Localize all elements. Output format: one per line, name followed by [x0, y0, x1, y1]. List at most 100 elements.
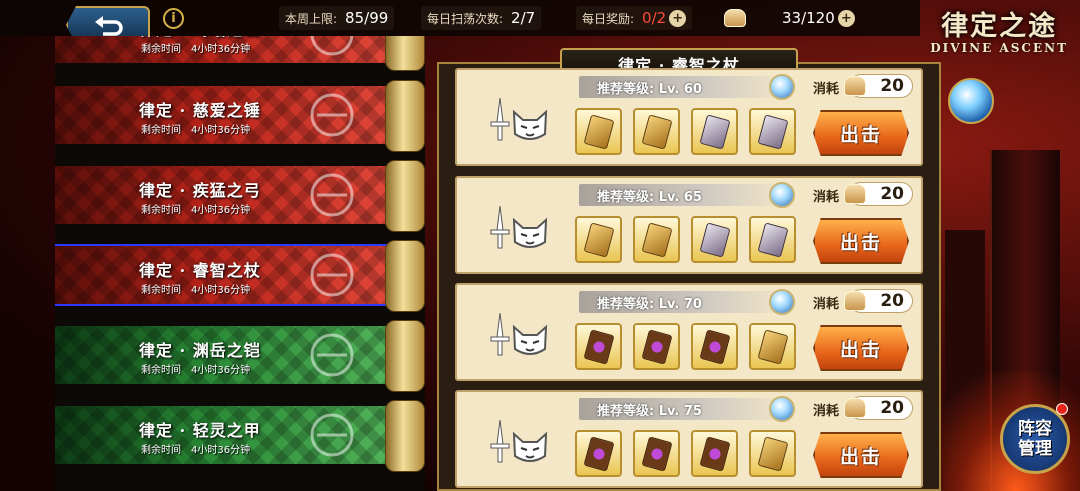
material-icon [641, 221, 672, 258]
cost-badge: 20 [844, 182, 913, 206]
bread-stat: 33/120 + [718, 6, 861, 30]
reward-item[interactable] [749, 108, 796, 155]
daily-sweep-stat: 每日扫荡次数: 2/7 [421, 6, 542, 30]
back-arrow-icon [95, 16, 123, 36]
stage-name: 律定 · 轻灵之甲 [139, 421, 261, 440]
stage-emblem-icon [310, 253, 354, 297]
cost-value: 20 [880, 291, 904, 311]
cat-mask-icon [512, 324, 548, 355]
cost-value: 20 [880, 76, 904, 96]
difficulty-card: 推荐等级: Lv. 65 消耗 20 出击 [455, 176, 923, 274]
cat-mask-icon [512, 109, 548, 140]
material-icon [583, 221, 614, 258]
cat-mask-icon [512, 431, 548, 462]
stage-list[interactable]: 律定 · 晦暗之匕剩余时间4小时36分钟律定 · 慈爱之锤剩余时间4小时36分钟… [55, 36, 425, 491]
scroll-ornament [385, 36, 425, 71]
reward-item[interactable] [749, 323, 796, 370]
time-value: 4小时36分钟 [191, 44, 251, 55]
bread-icon [844, 184, 866, 204]
reward-item[interactable] [633, 216, 680, 263]
stage-time: 剩余时间 4小时36分钟 [141, 441, 250, 456]
reward-item[interactable] [633, 323, 680, 370]
difficulty-card: 推荐等级: Lv. 75 消耗 20 出击 [455, 390, 923, 488]
element-icon [769, 396, 795, 422]
stage-list-item[interactable]: 律定 · 轻灵之甲 剩余时间 4小时36分钟 [55, 400, 425, 472]
element-icon [769, 74, 795, 100]
notification-dot [1056, 403, 1068, 415]
stage-time: 剩余时间 4小时36分钟 [141, 281, 250, 296]
stage-time: 剩余时间 4小时36分钟 [141, 201, 250, 216]
stage-emblem-icon [310, 36, 354, 56]
add-bread-button[interactable]: + [837, 9, 855, 27]
material-icon [699, 328, 730, 365]
recommended-level: 推荐等级: Lv. 70 [579, 291, 789, 313]
reward-list [575, 323, 796, 370]
cost-label: 消耗 [813, 404, 840, 419]
stage-emblem-icon [310, 413, 354, 457]
cost-badge: 20 [844, 74, 913, 98]
reward-item[interactable] [749, 430, 796, 477]
material-icon [641, 328, 672, 365]
bread-value: 33/120 [782, 9, 835, 27]
reward-item[interactable] [633, 430, 680, 477]
cost-value: 20 [880, 398, 904, 418]
material-icon [583, 328, 614, 365]
time-value: 4小时36分钟 [191, 365, 251, 376]
stage-list-item[interactable]: 律定 · 渊岳之铠剩余时间 4小时36分钟 [55, 320, 425, 392]
reward-item[interactable] [633, 108, 680, 155]
weekly-cap-value: 85/99 [345, 9, 389, 27]
reward-item[interactable] [691, 216, 738, 263]
reward-list [575, 216, 796, 263]
stage-name: 律定 · 渊岳之铠 [139, 341, 261, 360]
sortie-button[interactable]: 出击 [813, 432, 909, 478]
time-label: 剩余时间 [141, 365, 181, 376]
scroll-ornament [385, 80, 425, 152]
reward-item[interactable] [575, 430, 622, 477]
recommended-level: 推荐等级: Lv. 60 [579, 76, 789, 98]
material-icon [699, 435, 730, 472]
element-orb-icon[interactable] [948, 78, 994, 124]
sortie-button[interactable]: 出击 [813, 110, 909, 156]
info-icon[interactable]: i [163, 8, 184, 29]
cost-badge: 20 [844, 289, 913, 313]
logo-title-en: DIVINE ASCENT [930, 41, 1068, 55]
reward-item[interactable] [691, 108, 738, 155]
time-value: 4小时36分钟 [191, 285, 251, 296]
element-icon [769, 289, 795, 315]
cost-badge: 20 [844, 396, 913, 420]
stage-name: 律定 · 疾猛之弓 [139, 181, 261, 200]
stage-time: 剩余时间 4小时36分钟 [141, 361, 250, 376]
stage-list-item[interactable]: 律定 · 睿智之杖剩余时间 4小时36分钟 [55, 240, 425, 312]
element-icon [769, 182, 795, 208]
reward-item[interactable] [749, 216, 796, 263]
time-label: 剩余时间 [141, 285, 181, 296]
scroll-ornament [385, 240, 425, 312]
cat-mask-icon [512, 217, 548, 248]
reward-item[interactable] [575, 216, 622, 263]
stage-list-item[interactable]: 律定 · 晦暗之匕剩余时间4小时36分钟 [55, 36, 425, 71]
material-icon [757, 328, 788, 365]
reward-item[interactable] [691, 323, 738, 370]
add-reward-button[interactable]: + [669, 9, 687, 27]
material-icon [699, 221, 730, 258]
bread-icon [844, 291, 866, 311]
logo-title-cn: 律定之途 [941, 11, 1058, 42]
reward-item[interactable] [575, 108, 622, 155]
stage-list-item[interactable]: 律定 · 疾猛之弓 剩余时间 4小时36分钟 [55, 160, 425, 232]
reward-item[interactable] [575, 323, 622, 370]
daily-sweep-label: 每日扫荡次数: [427, 11, 504, 26]
time-value: 4小时36分钟 [191, 205, 251, 216]
time-label: 剩余时间 [141, 44, 181, 55]
cost-label: 消耗 [813, 82, 840, 97]
reward-item[interactable] [691, 430, 738, 477]
time-value: 4小时36分钟 [191, 125, 251, 136]
material-icon [757, 113, 788, 150]
sortie-button[interactable]: 出击 [813, 325, 909, 371]
daily-reward-label: 每日奖励: [582, 11, 635, 26]
bread-icon [844, 398, 866, 418]
stage-list-item[interactable]: 律定 · 慈爱之锤 剩余时间 4小时36分钟 [55, 80, 425, 152]
reward-list [575, 430, 796, 477]
sortie-button[interactable]: 出击 [813, 218, 909, 264]
weekly-cap-stat: 本周上限: 85/99 [279, 6, 395, 30]
stage-name: 律定 · 睿智之杖 [139, 261, 261, 280]
